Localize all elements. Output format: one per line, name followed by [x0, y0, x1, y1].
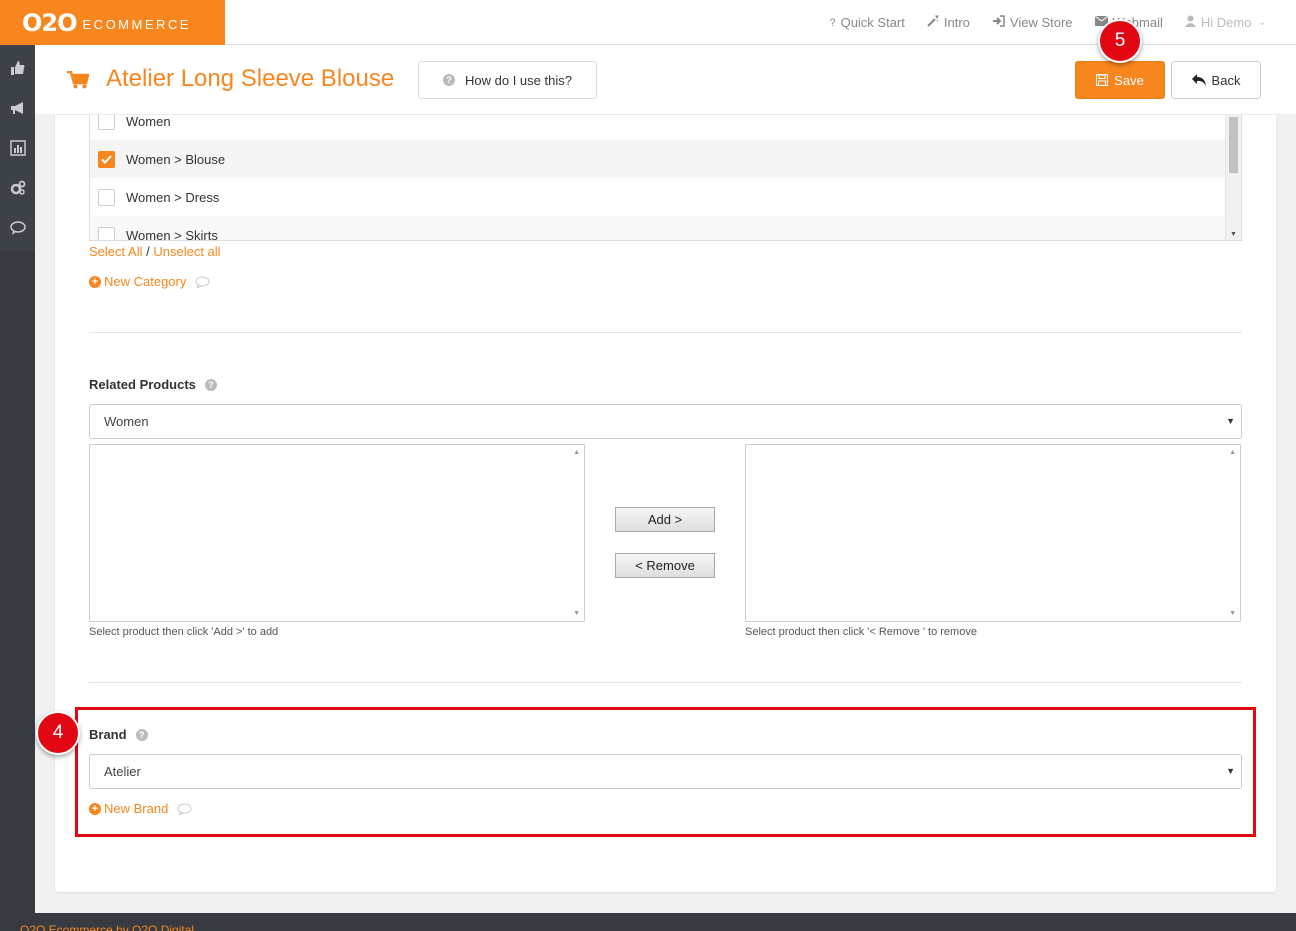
footer: O2O Ecommerce by O2O Digital [0, 913, 1296, 931]
nav-view-store-label: View Store [1009, 15, 1073, 30]
help-button[interactable]: ? How do I use this? [418, 61, 597, 99]
new-category-link[interactable]: + New Category [89, 274, 210, 289]
category-item-women-dress[interactable]: Women > Dress [90, 178, 1226, 216]
section-divider [89, 332, 1242, 333]
scroll-down-arrow-icon[interactable]: ▼ [1230, 231, 1237, 238]
section-divider [89, 682, 1242, 683]
related-category-value: Women [104, 414, 149, 429]
floppy-disk-icon [1096, 74, 1109, 86]
related-products-list[interactable]: ▲ ▼ [745, 444, 1241, 622]
help-button-label: How do I use this? [465, 72, 572, 88]
remove-product-button[interactable]: < Remove [615, 553, 715, 578]
magic-wand-icon [927, 15, 939, 30]
category-checkbox-checked[interactable] [98, 150, 115, 168]
bar-chart-icon[interactable] [0, 136, 35, 160]
new-category-label: New Category [104, 274, 187, 289]
add-hint: Select product then click 'Add >' to add [89, 626, 279, 638]
category-label: Women > Skirts [126, 227, 218, 241]
user-menu[interactable]: Hi Demo ⌄ [1184, 15, 1266, 30]
comment-icon[interactable] [0, 216, 35, 240]
scroll-down-arrow-icon[interactable]: ▼ [1229, 610, 1236, 617]
category-item-women-blouse[interactable]: Women > Blouse [90, 140, 1226, 178]
sidebar [0, 45, 35, 913]
question-circle-icon: ? [443, 74, 456, 86]
category-scrollbar[interactable]: ▼ [1225, 115, 1241, 240]
question-icon: ? [829, 16, 836, 29]
scroll-down-arrow-icon[interactable]: ▼ [573, 610, 580, 617]
category-label: Women [126, 115, 171, 129]
nav-intro[interactable]: Intro [927, 15, 970, 30]
category-item-women[interactable]: Women [90, 115, 1226, 140]
caret-down-icon: ▼ [1226, 416, 1235, 426]
save-button-label: Save [1114, 72, 1144, 88]
thumbs-up-icon[interactable] [0, 56, 35, 80]
user-icon [1184, 15, 1196, 30]
scrollbar-thumb[interactable] [1229, 117, 1238, 173]
gears-icon[interactable] [0, 176, 35, 200]
sign-in-icon [992, 15, 1005, 30]
select-all-link[interactable]: Select All [89, 244, 142, 259]
related-products-label: Related Products ? [89, 377, 217, 392]
unselect-all-link[interactable]: Unselect all [153, 244, 220, 259]
user-menu-label: Hi Demo [1200, 15, 1252, 30]
reply-icon [1191, 74, 1206, 86]
logo[interactable]: O2O ECOMMERCE [0, 0, 225, 45]
chevron-down-icon: ⌄ [1258, 17, 1266, 27]
logo-main: O2O [22, 8, 78, 37]
nav-quick-start[interactable]: ? Quick Start [829, 15, 904, 30]
category-item-women-skirts[interactable]: Women > Skirts [90, 216, 1226, 241]
remove-hint: Select product then click '< Remove ' to… [745, 626, 977, 638]
step-marker-4: 4 [36, 711, 80, 755]
category-checkbox[interactable] [98, 188, 115, 206]
list-scrollbar[interactable]: ▲ ▼ [1226, 445, 1240, 621]
available-products-list[interactable]: ▲ ▼ [89, 444, 585, 622]
footer-text[interactable]: O2O Ecommerce by O2O Digital [20, 923, 194, 931]
bullhorn-icon[interactable] [0, 96, 35, 120]
plus-circle-icon: + [89, 275, 101, 288]
category-checkbox[interactable] [98, 226, 115, 240]
category-label: Women > Blouse [126, 151, 226, 167]
category-label: Women > Dress [126, 189, 220, 205]
nav-quick-start-label: Quick Start [840, 15, 905, 30]
category-checkbox[interactable] [98, 115, 115, 130]
list-scrollbar[interactable]: ▲ ▼ [570, 445, 584, 621]
separator: / [146, 244, 150, 259]
page-title: Atelier Long Sleeve Blouse [106, 65, 395, 92]
related-products-label-text: Related Products [89, 377, 196, 392]
step-marker-5: 5 [1098, 19, 1142, 63]
top-nav: ? Quick Start Intro View Store Webmail H… [829, 0, 1296, 45]
scroll-up-arrow-icon[interactable]: ▲ [1229, 449, 1236, 456]
add-product-button[interactable]: Add > [615, 507, 715, 532]
nav-intro-label: Intro [943, 15, 970, 30]
back-button[interactable]: Back [1171, 61, 1261, 99]
nav-view-store[interactable]: View Store [992, 15, 1073, 30]
save-button[interactable]: Save [1075, 61, 1165, 99]
shopping-cart-icon [67, 71, 89, 89]
select-links: Select All / Unselect all [89, 244, 221, 259]
logo-sub: ECOMMERCE [82, 16, 191, 32]
back-button-label: Back [1211, 72, 1241, 88]
question-circle-icon[interactable]: ? [204, 378, 217, 391]
comment-icon[interactable] [195, 276, 210, 288]
scroll-up-arrow-icon[interactable]: ▲ [573, 449, 580, 456]
brand-highlight-box [75, 707, 1256, 837]
category-list: Women Women > Blouse Women > Dress Women… [89, 115, 1242, 241]
related-category-select[interactable]: Women ▼ [89, 404, 1242, 439]
check-icon [101, 154, 112, 164]
